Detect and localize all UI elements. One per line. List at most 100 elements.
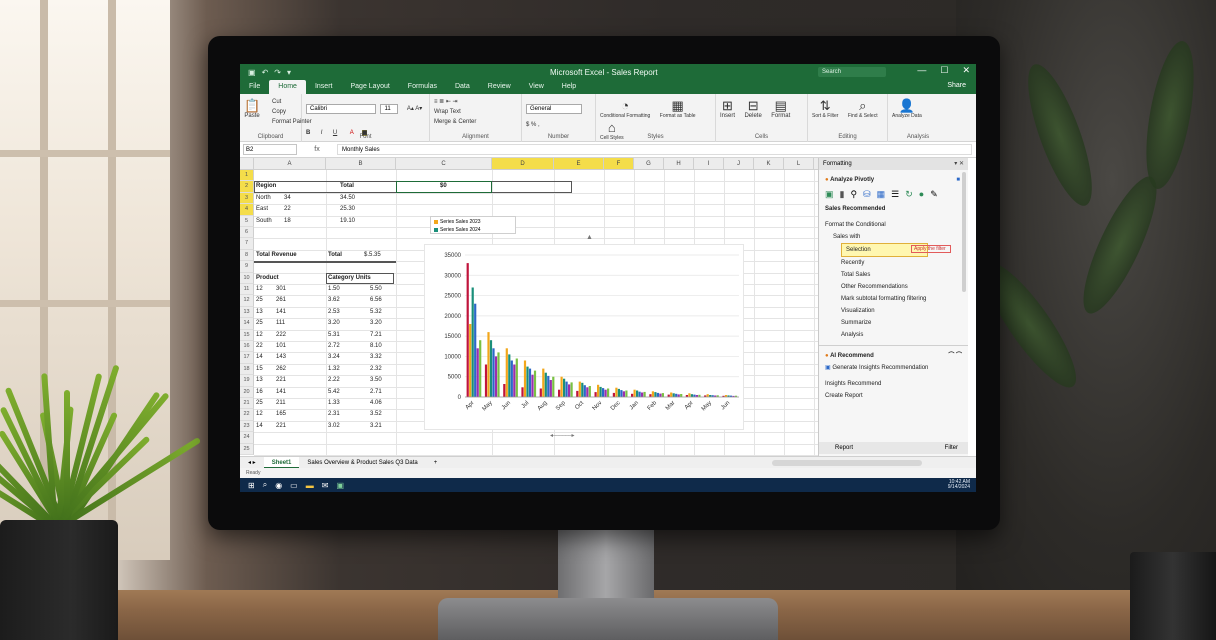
- chart-bar[interactable]: [539, 388, 542, 398]
- system-tray[interactable]: 10:42 AM 9/14/2024: [948, 480, 970, 490]
- analyze-data-button[interactable]: 👤 Analyze Data: [892, 98, 922, 119]
- grid-cell[interactable]: 7.21: [370, 330, 382, 341]
- format-cells-button[interactable]: ▤ Format: [771, 98, 790, 119]
- paste-button[interactable]: 📋 Paste: [244, 98, 260, 119]
- chart-bar[interactable]: [505, 348, 508, 397]
- grid-cell[interactable]: 3.20: [328, 318, 340, 329]
- column-header[interactable]: J: [724, 158, 754, 170]
- align-icons[interactable]: ≡ ≣ ⇤ ⇥: [434, 97, 517, 107]
- row-header[interactable]: 11: [240, 284, 254, 296]
- row-header[interactable]: 21: [240, 398, 254, 410]
- row-header[interactable]: 12: [240, 295, 254, 307]
- insert-cells-button[interactable]: ⊞ Insert: [720, 98, 735, 119]
- grid-cell[interactable]: 25: [256, 295, 263, 306]
- grid-cell[interactable]: 221: [276, 421, 286, 432]
- grid-cell[interactable]: 2.71: [370, 387, 382, 398]
- chart-bar[interactable]: [649, 394, 652, 397]
- conditional-formatting-button[interactable]: ◔ Conditional Formatting: [600, 98, 650, 119]
- chart-icon[interactable]: ▮: [840, 189, 845, 200]
- chart-bar[interactable]: [484, 364, 488, 398]
- grid-cell[interactable]: 3.21: [370, 421, 382, 432]
- grid-cell[interactable]: 18: [284, 216, 291, 227]
- grid-cell[interactable]: 261: [276, 295, 286, 306]
- pane-item[interactable]: Format the Conditional: [819, 219, 968, 231]
- select-all-corner[interactable]: [240, 158, 254, 170]
- pane-selected-row[interactable]: Selection Apply the filter: [819, 243, 968, 257]
- chart-legend[interactable]: Series Sales 2023 Series Sales 2024: [430, 216, 516, 234]
- grid-cell[interactable]: Product: [256, 273, 279, 284]
- row-header[interactable]: 2: [240, 181, 254, 193]
- start-icon[interactable]: ⊞: [248, 481, 255, 490]
- tab-file[interactable]: File: [240, 80, 269, 94]
- row-header[interactable]: 8: [240, 249, 254, 262]
- close-button[interactable]: ✕: [962, 65, 970, 76]
- refresh-icon[interactable]: ↻: [905, 189, 913, 200]
- chart-bar[interactable]: [604, 389, 607, 397]
- search-icon[interactable]: ⌕: [263, 480, 267, 490]
- grid-cell[interactable]: 3.24: [328, 352, 340, 363]
- tab-page-layout[interactable]: Page Layout: [341, 80, 398, 94]
- chart-bar[interactable]: [469, 324, 472, 397]
- tab-help[interactable]: Help: [553, 80, 585, 94]
- grid-cell[interactable]: East: [256, 204, 268, 215]
- grid-cell[interactable]: 2.32: [370, 364, 382, 375]
- chart-bar[interactable]: [656, 392, 659, 397]
- chart-bar[interactable]: [510, 360, 513, 398]
- grid-cell[interactable]: 2.53: [328, 307, 340, 318]
- pane-footer-label[interactable]: Report: [835, 445, 853, 451]
- grid-cell[interactable]: 262: [276, 364, 286, 375]
- chart-bar[interactable]: [670, 392, 673, 398]
- pin-icon[interactable]: ⚲: [850, 189, 857, 200]
- pane-footer-right[interactable]: Filter: [945, 442, 958, 454]
- grid-cell[interactable]: 3.20: [370, 318, 382, 329]
- chart-bar[interactable]: [552, 376, 555, 397]
- pane-item[interactable]: Summarize: [819, 317, 968, 329]
- chart-bar[interactable]: [675, 393, 678, 397]
- chart-bar[interactable]: [466, 263, 469, 397]
- chart-bar[interactable]: [594, 392, 597, 397]
- chart-bar[interactable]: [570, 382, 573, 397]
- sort-filter-button[interactable]: ⇅ Sort & Filter: [812, 98, 838, 119]
- grid-cell[interactable]: 25: [256, 398, 263, 409]
- row-header[interactable]: 25: [240, 443, 254, 455]
- column-header[interactable]: H: [664, 158, 694, 170]
- share-button[interactable]: Share: [947, 82, 966, 89]
- column-header[interactable]: E: [554, 158, 604, 170]
- grid-cell[interactable]: 13: [256, 307, 263, 318]
- row-header[interactable]: 16: [240, 341, 254, 353]
- sheet-icon[interactable]: ▣: [825, 189, 834, 200]
- find-select-button[interactable]: ⌕ Find & Select: [848, 98, 878, 119]
- chart-bar[interactable]: [602, 388, 605, 397]
- chart-bar[interactable]: [565, 381, 568, 397]
- column-header[interactable]: I: [694, 158, 724, 170]
- row-header[interactable]: 3: [240, 192, 254, 205]
- grid-cell[interactable]: 19.10: [340, 216, 355, 227]
- grid-cell[interactable]: 22: [256, 341, 263, 352]
- chart-bar[interactable]: [528, 368, 532, 397]
- row-header[interactable]: 4: [240, 204, 254, 216]
- chart-bar[interactable]: [474, 303, 477, 397]
- column-header[interactable]: F: [604, 158, 634, 170]
- row-header[interactable]: 17: [240, 352, 254, 364]
- chart-bar[interactable]: [680, 394, 683, 397]
- row-header[interactable]: 1: [240, 170, 254, 182]
- chart-bar[interactable]: [625, 390, 628, 398]
- row-header[interactable]: 15: [240, 329, 254, 341]
- grid-cell[interactable]: 14: [256, 352, 263, 363]
- chart-bar[interactable]: [661, 393, 664, 397]
- grid-cell[interactable]: 3.02: [328, 421, 340, 432]
- chart-bar[interactable]: [479, 340, 482, 397]
- chart-bar[interactable]: [494, 356, 498, 397]
- grid-cell[interactable]: 5.32: [370, 307, 382, 318]
- chart-bar[interactable]: [544, 372, 547, 397]
- grid-cell[interactable]: $.5.35: [364, 250, 381, 261]
- grid-cell[interactable]: 34.50: [340, 193, 355, 204]
- chart-bar[interactable]: [690, 394, 693, 397]
- grid-cell[interactable]: 4.06: [370, 398, 382, 409]
- row-header[interactable]: 19: [240, 375, 254, 387]
- row-header[interactable]: 22: [240, 409, 254, 421]
- chart-bar[interactable]: [633, 389, 636, 397]
- horizontal-scrollbar[interactable]: [772, 460, 922, 466]
- row-header[interactable]: 20: [240, 386, 254, 398]
- font-name-dropdown[interactable]: Calibri: [306, 104, 376, 114]
